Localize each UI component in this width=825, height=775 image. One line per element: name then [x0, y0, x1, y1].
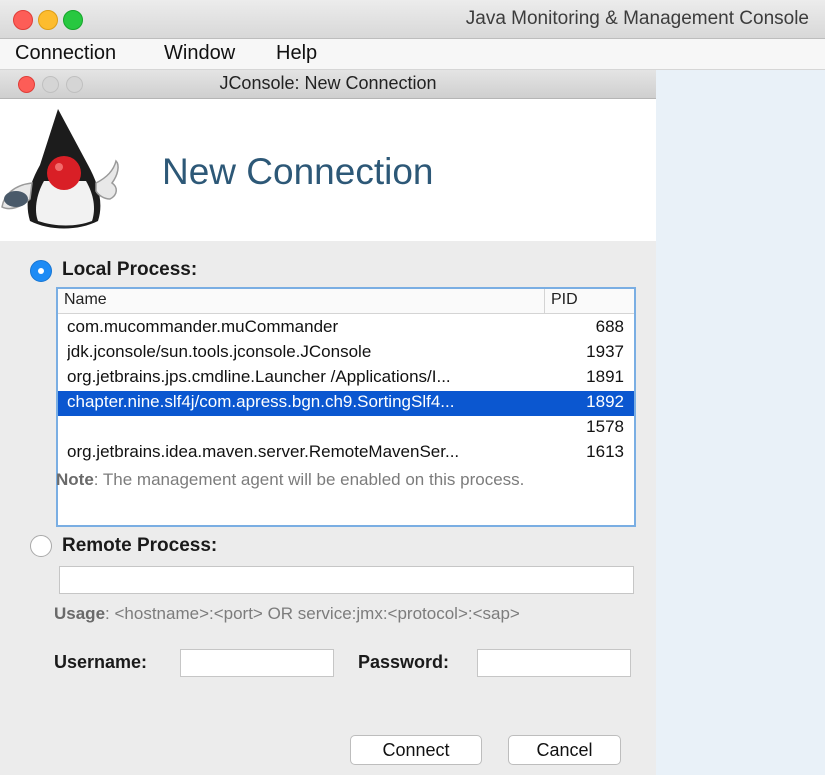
new-connection-dialog: JConsole: New Connection New Connection … — [0, 70, 656, 775]
dialog-heading: New Connection — [162, 151, 434, 192]
remote-process-label: Remote Process: — [62, 535, 218, 556]
usage-text: : <hostname>:<port> OR service:jmx:<prot… — [105, 604, 520, 623]
local-process-note: Note: The management agent will be enabl… — [56, 470, 524, 490]
process-name-cell: org.jetbrains.idea.maven.server.RemoteMa… — [67, 442, 460, 461]
dialog-header: New Connection — [0, 99, 656, 241]
username-label: Username: — [54, 652, 148, 672]
remote-process-input[interactable] — [59, 566, 634, 594]
table-row[interactable]: org.jetbrains.idea.maven.server.RemoteMa… — [58, 441, 634, 466]
process-table[interactable]: Name PID com.mucommander.muCommander 688… — [56, 287, 636, 527]
table-row[interactable]: 1578 — [58, 416, 634, 441]
column-header-pid[interactable]: PID — [545, 289, 634, 314]
process-pid-cell: 1937 — [586, 342, 624, 361]
note-text: : The management agent will be enabled o… — [93, 470, 525, 489]
table-row[interactable]: jdk.jconsole/sun.tools.jconsole.JConsole… — [58, 341, 634, 366]
password-label: Password: — [358, 652, 450, 672]
duke-mascot-icon — [1, 109, 119, 229]
remote-process-radio[interactable] — [30, 535, 52, 557]
zoom-window-icon[interactable] — [63, 10, 83, 30]
process-name-cell: org.jetbrains.jps.cmdline.Launcher /Appl… — [67, 367, 451, 386]
usage-label: Usage — [54, 604, 106, 623]
process-name-cell: chapter.nine.slf4j/com.apress.bgn.ch9.So… — [67, 392, 455, 411]
local-process-radio[interactable] — [30, 260, 52, 282]
username-field[interactable] — [180, 649, 334, 677]
process-pid-cell: 1613 — [586, 442, 624, 461]
table-row-selected[interactable]: chapter.nine.slf4j/com.apress.bgn.ch9.So… — [58, 391, 634, 416]
process-name-cell: com.mucommander.muCommander — [67, 317, 339, 336]
local-process-label: Local Process: — [62, 259, 198, 280]
menu-help[interactable]: Help — [276, 42, 317, 65]
process-pid-cell: 688 — [595, 317, 624, 336]
minimize-window-icon[interactable] — [38, 10, 58, 30]
window-title-bar: Java Monitoring & Management Console — [0, 0, 825, 39]
password-field[interactable] — [477, 649, 631, 677]
table-row[interactable]: com.mucommander.muCommander 688 — [58, 316, 634, 341]
process-pid-cell: 1892 — [586, 392, 624, 411]
menu-window[interactable]: Window — [164, 42, 235, 65]
process-pid-cell: 1891 — [586, 367, 624, 386]
table-row[interactable]: org.jetbrains.jps.cmdline.Launcher /Appl… — [58, 366, 634, 391]
process-pid-cell: 1578 — [586, 417, 624, 436]
process-name-cell: jdk.jconsole/sun.tools.jconsole.JConsole — [67, 342, 372, 361]
cancel-button[interactable]: Cancel — [508, 735, 621, 765]
column-header-name[interactable]: Name — [58, 289, 545, 314]
window-title: Java Monitoring & Management Console — [465, 8, 809, 29]
remote-usage-hint: Usage: <hostname>:<port> OR service:jmx:… — [54, 604, 520, 624]
menu-connection[interactable]: Connection — [15, 42, 116, 65]
close-window-icon[interactable] — [13, 10, 33, 30]
connect-button[interactable]: Connect — [350, 735, 482, 765]
note-label: Note — [56, 470, 94, 489]
dialog-title: JConsole: New Connection — [219, 73, 437, 93]
dialog-title-bar: JConsole: New Connection — [0, 70, 656, 99]
menu-bar: Connection Window Help — [0, 39, 825, 70]
